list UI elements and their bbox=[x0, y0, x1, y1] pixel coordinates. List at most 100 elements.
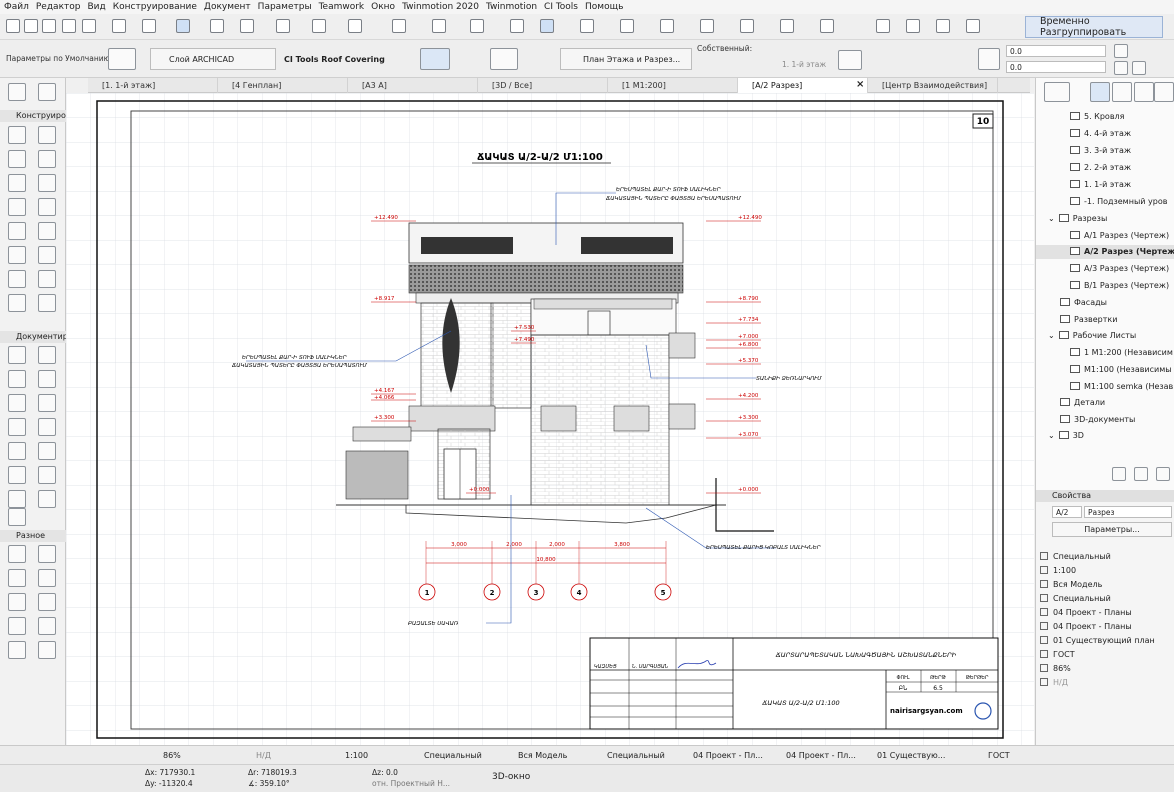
lamp-tool-icon[interactable] bbox=[8, 569, 26, 587]
tab-section-a2[interactable]: [А/2 Разрез] bbox=[738, 78, 868, 93]
value2-field[interactable]: 0.0 bbox=[1006, 61, 1106, 73]
grid-tool-icon[interactable] bbox=[8, 545, 26, 563]
menu-options[interactable]: Параметры bbox=[258, 2, 312, 12]
shell-icon[interactable] bbox=[8, 222, 26, 240]
prop-row[interactable]: 1:100 bbox=[1040, 565, 1172, 577]
layout-book-icon[interactable] bbox=[1134, 82, 1154, 102]
clone-view-icon[interactable] bbox=[1134, 467, 1148, 481]
nav-worksheet-1[interactable]: 1 М1:200 (Независим bbox=[1070, 346, 1173, 360]
menu-window[interactable]: Окно bbox=[371, 2, 395, 12]
prop-row[interactable]: ГОСТ bbox=[1040, 649, 1172, 661]
new-view-icon[interactable] bbox=[1112, 467, 1126, 481]
structure-value[interactable]: 01 Существую... bbox=[877, 746, 945, 765]
nav-section-b1[interactable]: В/1 Разрез (Чертеж) bbox=[1070, 279, 1169, 293]
nav-story-5[interactable]: 5. Кровля bbox=[1070, 110, 1124, 124]
prop-row[interactable]: 04 Проект - Планы bbox=[1040, 607, 1172, 619]
wall-icon[interactable] bbox=[8, 126, 26, 144]
window-icon[interactable] bbox=[8, 150, 26, 168]
slab-tool-icon[interactable] bbox=[8, 198, 26, 216]
roof-icon[interactable] bbox=[38, 198, 56, 216]
tab-m1-200[interactable]: [1 М1:200] bbox=[608, 78, 738, 93]
nav-details[interactable]: Детали bbox=[1060, 396, 1105, 410]
3d-icon[interactable] bbox=[510, 19, 524, 33]
view-select[interactable]: План Этажа и Разрез... bbox=[560, 48, 692, 70]
tab-a3[interactable]: [А3 А] bbox=[348, 78, 478, 93]
skylight-icon[interactable] bbox=[38, 222, 56, 240]
undo-icon[interactable] bbox=[62, 19, 76, 33]
geometry-method-icon[interactable] bbox=[420, 48, 450, 70]
prop-row[interactable]: Специальный bbox=[1040, 593, 1172, 605]
view-map-icon[interactable] bbox=[1112, 82, 1132, 102]
model-view-value[interactable]: Вся Модель bbox=[518, 746, 567, 765]
3d-window-button[interactable]: 3D-окно bbox=[492, 772, 530, 782]
lock2-icon[interactable] bbox=[1114, 61, 1128, 75]
ungroup-icon[interactable] bbox=[936, 19, 950, 33]
arrow-select-icon[interactable] bbox=[8, 83, 26, 101]
layer-combo-value[interactable]: Специальный bbox=[424, 746, 482, 765]
dimension-icon[interactable] bbox=[8, 346, 26, 364]
drawing-icon[interactable] bbox=[38, 466, 56, 484]
label-icon[interactable] bbox=[38, 370, 56, 388]
star-icon[interactable] bbox=[38, 617, 56, 635]
default-params-label[interactable]: Параметры по Умолчанию bbox=[6, 54, 110, 63]
layer-select[interactable]: Слой ARCHICAD bbox=[150, 48, 276, 70]
prop-row[interactable]: Вся Модель bbox=[1040, 579, 1172, 591]
angle-dim-icon[interactable] bbox=[38, 593, 56, 611]
change-icon[interactable] bbox=[38, 641, 56, 659]
fill-icon[interactable] bbox=[8, 394, 26, 412]
scale-value[interactable]: 1:100 bbox=[345, 746, 368, 765]
group-icon[interactable] bbox=[906, 19, 920, 33]
tab-floor-1[interactable]: [1. 1-й этаж] bbox=[88, 78, 218, 93]
prop-row[interactable]: Специальный bbox=[1040, 551, 1172, 563]
override-value[interactable]: 04 Проект - Пл... bbox=[693, 746, 763, 765]
morph-icon[interactable] bbox=[38, 270, 56, 288]
nav-elevations[interactable]: Фасады bbox=[1060, 296, 1107, 310]
misc-section[interactable]: Разное bbox=[0, 530, 66, 542]
sun-icon[interactable] bbox=[38, 569, 56, 587]
move-icon[interactable] bbox=[620, 19, 634, 33]
temp-ungroup-button[interactable]: Временно Разгруппировать bbox=[1025, 16, 1163, 38]
arrow-tool-icon[interactable] bbox=[112, 19, 126, 33]
railing-icon[interactable] bbox=[8, 270, 26, 288]
menu-view[interactable]: Вид bbox=[87, 2, 105, 12]
dimension-std-value[interactable]: ГОСТ bbox=[988, 746, 1010, 765]
nav-story-3[interactable]: 3. 3-й этаж bbox=[1070, 144, 1131, 158]
menu-edit[interactable]: Редактор bbox=[36, 2, 81, 12]
new-file-icon[interactable] bbox=[6, 19, 20, 33]
figure2-icon[interactable] bbox=[8, 641, 26, 659]
nav-sections-folder[interactable]: ⌄ Разрезы bbox=[1048, 212, 1107, 226]
tab-3d[interactable]: [3D / Все] bbox=[478, 78, 608, 93]
prop-row[interactable]: 04 Проект - Планы bbox=[1040, 621, 1172, 633]
tab-collab-center[interactable]: [Центр Взаимодействия] bbox=[868, 78, 998, 93]
magic-wand-icon[interactable] bbox=[470, 19, 484, 33]
view-id-field[interactable]: А/2 bbox=[1052, 506, 1082, 518]
nav-interior-elevations[interactable]: Развертки bbox=[1060, 313, 1117, 327]
layer-icon[interactable] bbox=[240, 19, 254, 33]
nav-section-a3[interactable]: А/3 Разрез (Чертеж) bbox=[1070, 262, 1169, 276]
object-icon[interactable] bbox=[38, 150, 56, 168]
elevate-icon[interactable] bbox=[740, 19, 754, 33]
freehand-icon[interactable] bbox=[8, 617, 26, 635]
chevron-down-icon[interactable]: ⌄ bbox=[1048, 431, 1055, 440]
menu-design[interactable]: Конструирование bbox=[113, 2, 197, 12]
mesh-icon[interactable] bbox=[38, 294, 56, 312]
door-icon[interactable] bbox=[38, 126, 56, 144]
open-file-icon[interactable] bbox=[24, 19, 38, 33]
zone-icon[interactable] bbox=[8, 294, 26, 312]
menu-citools[interactable]: CI Tools bbox=[544, 2, 578, 12]
suspend-icon[interactable] bbox=[966, 19, 980, 33]
params-button[interactable]: Параметры... bbox=[1052, 522, 1172, 537]
text-icon[interactable] bbox=[8, 370, 26, 388]
polyline-icon[interactable] bbox=[8, 442, 26, 460]
column-icon[interactable] bbox=[8, 174, 26, 192]
nav-section-a2[interactable]: А/2 Разрез (Чертеж) bbox=[1036, 245, 1174, 259]
shape-icon[interactable] bbox=[348, 19, 362, 33]
drawing-canvas[interactable]: 10 ՃԱԿԱՏ Ա/2-Ա/2 Մ1:100 +12.490 +8.917 +… bbox=[66, 93, 1034, 745]
anchor-icon[interactable] bbox=[978, 48, 1000, 70]
project-map-icon[interactable] bbox=[1090, 82, 1110, 102]
flip-icon[interactable] bbox=[1132, 61, 1146, 75]
nav-worksheets-folder[interactable]: ⌄ Рабочие Листы bbox=[1048, 329, 1136, 343]
mirror-icon[interactable] bbox=[700, 19, 714, 33]
nav-worksheet-2[interactable]: М1:100 (Независимы bbox=[1070, 363, 1172, 377]
lock-icon[interactable] bbox=[1114, 44, 1128, 58]
